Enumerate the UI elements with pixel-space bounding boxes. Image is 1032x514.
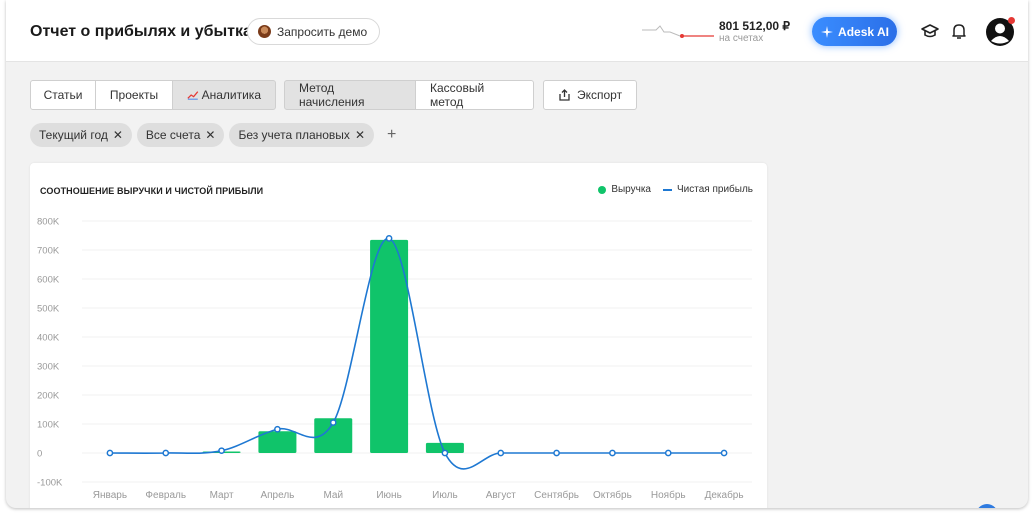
app-window: Отчет о прибылях и убытках Запросить дем…: [6, 0, 1028, 508]
x-tick-label: Октябрь: [593, 489, 632, 501]
export-icon: [559, 89, 570, 101]
close-icon[interactable]: ✕: [355, 128, 365, 142]
profit-point-3: [274, 425, 281, 433]
add-filter-button[interactable]: +: [387, 126, 396, 144]
x-tick-label: Декабрь: [705, 489, 744, 501]
export-button[interactable]: Экспорт: [543, 80, 638, 110]
export-label: Экспорт: [577, 88, 623, 102]
filter-chip-label: Без учета плановых: [238, 128, 350, 142]
close-icon[interactable]: ✕: [205, 128, 215, 142]
bar-5: [370, 239, 409, 453]
x-tick-label: Январь: [93, 490, 127, 501]
y-tick-label: 300K: [37, 362, 60, 373]
tab-projects[interactable]: Проекты: [95, 80, 173, 110]
graduation-cap-icon[interactable]: [918, 19, 942, 43]
profit-point-2: [218, 447, 225, 455]
adesk-ai-label: Adesk AI: [838, 24, 889, 39]
profit-point-11: [720, 449, 728, 457]
chart-trend-icon: [187, 91, 199, 100]
profit-point-0: [106, 449, 114, 457]
notification-dot: [1008, 17, 1015, 24]
tab-projects-label: Проекты: [109, 88, 159, 102]
filter-chip-label: Все счета: [145, 128, 201, 142]
adesk-ai-button[interactable]: Adesk AI: [812, 17, 897, 46]
profit-line: [109, 237, 725, 470]
top-bar: Отчет о прибылях и убытках Запросить дем…: [6, 0, 1028, 62]
x-tick-label: Июль: [432, 490, 458, 501]
tab-analytics[interactable]: Аналитика: [172, 80, 276, 110]
filter-chip-planned[interactable]: Без учета плановых ✕: [229, 123, 374, 147]
y-tick-label: 400K: [37, 333, 60, 344]
filter-chip-accounts[interactable]: Все счета ✕: [136, 123, 225, 147]
help-chat-button[interactable]: [976, 504, 998, 508]
x-tick-label: Июнь: [376, 490, 401, 501]
view-tabs: Статьи Проекты Аналитика: [30, 80, 276, 110]
balance-sparkline-icon: [642, 25, 714, 38]
x-tick-label: Март: [210, 490, 234, 501]
y-tick-label: 800K: [37, 217, 60, 228]
balance-block[interactable]: 801 512,00 ₽ на счетах: [719, 19, 790, 44]
request-demo-label: Запросить демо: [277, 24, 368, 39]
y-tick-label: 0: [37, 449, 42, 460]
bell-icon[interactable]: [947, 19, 971, 43]
page-title: Отчет о прибылях и убытках: [30, 23, 261, 40]
method-tabs: Метод начисления Кассовый метод: [284, 80, 534, 110]
request-demo-button[interactable]: Запросить демо: [247, 18, 381, 45]
tab-articles[interactable]: Статьи: [30, 80, 96, 110]
profit-point-1: [162, 449, 170, 457]
tab-accrual-label: Метод начисления: [299, 81, 365, 109]
x-tick-label: Август: [486, 490, 517, 501]
tab-cash-label: Кассовый метод: [430, 81, 485, 109]
tab-analytics-label: Аналитика: [201, 88, 261, 102]
close-icon[interactable]: ✕: [113, 128, 123, 142]
y-tick-label: 200K: [37, 391, 60, 402]
x-tick-label: Ноябрь: [651, 489, 686, 501]
manager-avatar-icon: [258, 25, 271, 38]
tab-cash-method[interactable]: Кассовый метод: [415, 80, 534, 110]
y-tick-label: 700K: [37, 246, 60, 257]
profit-point-7: [497, 449, 505, 457]
tab-articles-label: Статьи: [43, 88, 83, 102]
revenue-profit-chart: 800K 700K 600K 500K 400K 300K 200K 100K 0 -100K Ян…: [37, 217, 752, 501]
user-avatar-icon[interactable]: [985, 17, 1015, 47]
sparkle-icon: [821, 25, 834, 38]
tab-accrual-method[interactable]: Метод начисления: [284, 80, 416, 110]
profit-point-5: [385, 235, 393, 242]
y-tick-label: -100K: [37, 478, 63, 489]
x-tick-label: Апрель: [260, 490, 294, 501]
chart-card: СООТНОШЕНИЕ ВЫРУЧКИ И ЧИСТОЙ ПРИБЫЛИ Выр…: [30, 163, 767, 508]
x-tick-label: Май: [323, 490, 343, 501]
balance-value: 801 512,00 ₽: [719, 19, 791, 33]
y-tick-label: 500K: [37, 304, 60, 315]
profit-point-9: [609, 449, 616, 457]
y-tick-label: 100K: [37, 420, 60, 431]
x-tick-label: Февраль: [145, 490, 186, 501]
x-tick-label: Сентябрь: [534, 489, 579, 501]
profit-point-4: [329, 419, 337, 426]
profit-point-8: [553, 449, 560, 457]
profit-point-6: [441, 449, 449, 457]
profit-point-10: [664, 449, 672, 457]
filter-chip-period[interactable]: Текущий год ✕: [30, 123, 132, 147]
filter-chip-label: Текущий год: [39, 128, 108, 142]
balance-caption: на счетах: [719, 33, 764, 44]
y-tick-label: 600K: [37, 275, 60, 286]
filter-chips: Текущий год ✕ Все счета ✕ Без учета план…: [30, 123, 396, 147]
